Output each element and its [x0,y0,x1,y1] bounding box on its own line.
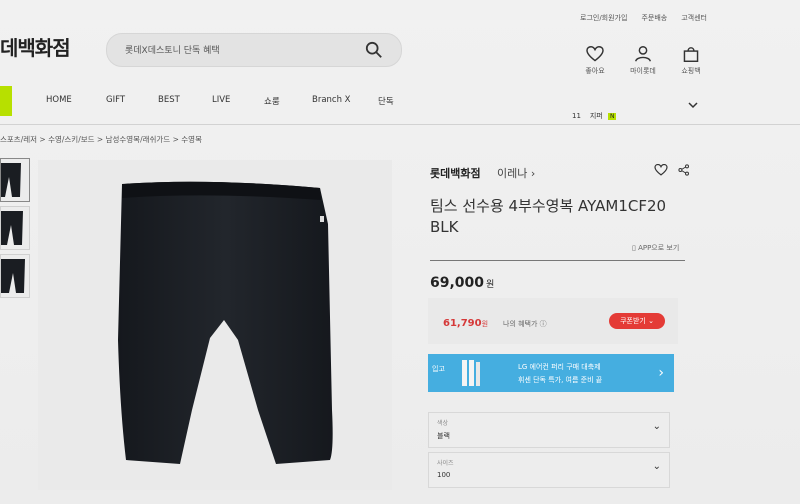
promo-banner[interactable]: 입고 LG 에어컨 퍼리 구매 대축제 휘센 단독 특가, 여름 준비 끝 › [428,354,674,392]
wishlist-button[interactable]: 좋아요 [580,46,610,76]
my-lotte-label: 마이롯데 [630,67,656,75]
size-select-label: 사이즈 [437,460,454,467]
coupon-button-label: 쿠폰받기 [620,317,646,325]
new-badge: N [607,113,617,120]
thumbnail-3[interactable] [0,254,30,298]
shopping-bag-button[interactable]: 쇼핑백 [676,46,706,76]
thumbnail-1[interactable] [0,158,30,202]
trending-text: 지퍼 [589,112,603,120]
brand-name[interactable]: 롯데백화점 [430,165,481,181]
header-divider [0,124,800,125]
my-lotte-button[interactable]: 마이롯데 [628,46,658,76]
title-divider [430,260,685,261]
air-conditioner-image [462,360,480,386]
product-title: 팀스 선수용 4부수영복 AYAM1CF20 BLK [430,197,667,236]
swim-shorts-thumb-icon [1,211,23,245]
nav-item-exclusive[interactable]: 단독 [378,95,394,107]
color-select[interactable]: 색상 블랙 ⌄ [428,412,670,448]
utility-links: 로그인/회원가입 주문배송 고객센터 [580,13,707,23]
nav-item-showroom[interactable]: 쇼룸 [264,95,312,107]
nav-item-branch-x[interactable]: Branch X [312,95,378,107]
shopping-bag-label: 쇼핑백 [681,67,701,75]
coupon-price-value: 61,790 [443,318,482,329]
customer-center-link[interactable]: 고객센터 [681,13,707,23]
product-page: 로그인/회원가입 주문배송 고객센터 데백화점 롯데X데스토니 단독 혜택 좋아… [0,0,800,504]
seller-link[interactable]: 이레나 › [497,165,535,181]
thumbnail-2[interactable] [0,206,30,250]
size-select-value: 100 [437,471,451,479]
share-icon[interactable] [678,164,690,176]
swim-shorts-image [118,181,333,464]
price-value: 69,000 [430,275,485,291]
banner-line-1: LG 에어컨 퍼리 구매 대축제 [518,363,601,371]
bag-icon [683,47,699,62]
search-bar[interactable]: 롯데X데스토니 단독 혜택 [106,33,402,67]
chevron-down-icon: ⌄ [652,421,661,432]
trending-keyword[interactable]: 11 지퍼 N [572,111,617,121]
wishlist-label: 좋아요 [585,67,605,75]
chevron-right-icon: › [658,365,664,381]
header-icons: 좋아요 마이롯데 쇼핑백 [580,46,706,76]
app-view-label: APP으로 보기 [638,244,680,252]
nav-item-best[interactable]: BEST [158,95,212,107]
product-image[interactable] [38,160,392,490]
color-select-value: 블랙 [437,432,450,440]
chevron-down-icon: ⌄ [652,461,661,472]
heart-icon [586,46,604,62]
search-input[interactable]: 롯데X데스토니 단독 혜택 [125,43,220,56]
login-link[interactable]: 로그인/회원가입 [580,13,627,23]
get-coupon-button[interactable]: 쿠폰받기 ⌄ [609,313,665,329]
swim-shorts-thumb-icon [1,163,21,197]
order-tracking-link[interactable]: 주문배송 [641,13,667,23]
nav-item-home[interactable]: HOME [46,95,106,107]
chevron-down-icon[interactable] [688,101,698,109]
breadcrumb[interactable]: 스포츠/레저 > 수영/스키/보드 > 남성수영복/래쉬가드 > 수영복 [0,134,202,145]
category-menu-toggle[interactable] [0,86,12,116]
heart-icon[interactable] [654,164,668,176]
product-actions [654,164,690,176]
my-benefit-price-info[interactable]: 나의 혜택가 ⓘ [503,319,547,329]
trending-rank: 11 [572,112,581,120]
search-icon[interactable] [365,41,383,59]
swim-shorts-thumb-icon [1,259,25,293]
app-view-link[interactable]: ▯ APP으로 보기 [632,243,679,253]
main-nav: HOME GIFT BEST LIVE 쇼룸 Branch X 단독 [46,95,394,107]
nav-item-gift[interactable]: GIFT [106,95,158,107]
color-select-label: 색상 [437,420,449,427]
user-icon [635,46,651,62]
nav-item-live[interactable]: LIVE [212,95,264,107]
price-currency: 원 [486,280,495,290]
banner-line-2: 휘센 단독 특가, 여름 준비 끝 [518,376,603,384]
coupon-price-unit: 원 [481,320,489,328]
banner-left-text: 입고 [432,365,445,373]
price: 69,000 원 [430,275,494,291]
site-logo[interactable]: 데백화점 [0,32,71,61]
size-select[interactable]: 사이즈 100 ⌄ [428,452,670,488]
chevron-down-icon: ⌄ [648,317,654,325]
coupon-price: 61,790원 [443,318,488,329]
